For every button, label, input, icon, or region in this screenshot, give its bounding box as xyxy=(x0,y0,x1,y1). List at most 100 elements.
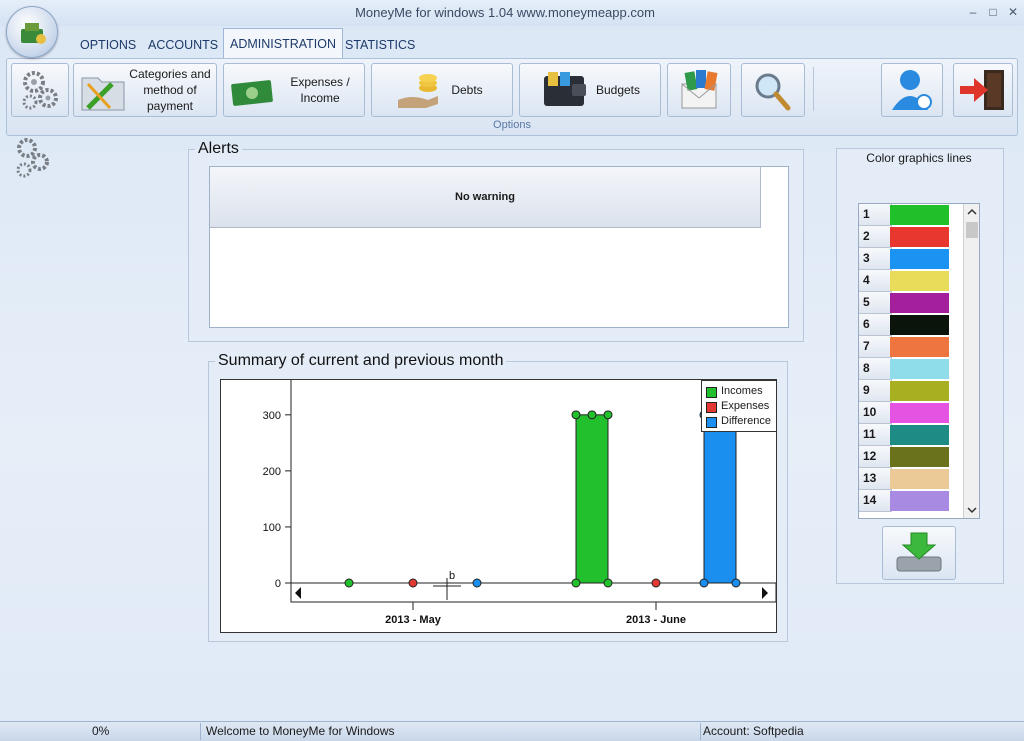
color-swatch[interactable] xyxy=(890,403,949,423)
color-row[interactable]: 4 xyxy=(859,270,949,292)
data-point xyxy=(344,578,354,588)
color-row-number: 5 xyxy=(859,292,892,314)
y-tick-label: 100 xyxy=(263,522,281,534)
ribbon-caption: Options xyxy=(493,119,531,131)
legend-swatch xyxy=(706,417,717,428)
expenses-income-button[interactable]: Expenses / Income xyxy=(223,63,365,117)
x-tick-label: 2013 - June xyxy=(626,614,686,626)
gears-icon xyxy=(22,71,58,110)
search-button[interactable] xyxy=(741,63,805,117)
color-row[interactable]: 10 xyxy=(859,402,949,424)
envelope-money-icon xyxy=(681,70,718,109)
color-swatch[interactable] xyxy=(890,381,949,401)
tab-statistics[interactable]: STATISTICS xyxy=(339,34,421,56)
color-row-number: 4 xyxy=(859,270,892,292)
user-icon xyxy=(892,70,932,110)
close-button[interactable]: ✕ xyxy=(1004,4,1022,20)
color-row-number: 6 xyxy=(859,314,892,336)
scroll-down-icon[interactable] xyxy=(967,507,977,514)
data-point xyxy=(699,578,709,588)
search-icon xyxy=(755,73,791,111)
chart-annotation: b xyxy=(449,570,455,582)
categories-payment-button[interactable]: Categories and method of payment xyxy=(73,63,217,117)
color-row[interactable]: 2 xyxy=(859,226,949,248)
color-row[interactable]: 6 xyxy=(859,314,949,336)
y-tick-label: 300 xyxy=(263,410,281,422)
color-swatch[interactable] xyxy=(890,227,949,247)
color-swatch[interactable] xyxy=(890,271,949,291)
scroll-up-icon[interactable] xyxy=(967,208,977,215)
mail-money-button[interactable] xyxy=(667,63,731,117)
color-row[interactable]: 8 xyxy=(859,358,949,380)
alerts-list[interactable]: No warning xyxy=(209,166,789,328)
app-menu-button[interactable] xyxy=(6,6,58,58)
data-point xyxy=(603,410,613,420)
save-colors-button[interactable] xyxy=(882,526,956,580)
data-point xyxy=(408,578,418,588)
color-row-number: 12 xyxy=(859,446,892,468)
tab-accounts[interactable]: ACCOUNTS xyxy=(142,34,224,56)
color-row-number: 3 xyxy=(859,248,892,270)
color-row-number: 10 xyxy=(859,402,892,424)
color-swatch[interactable] xyxy=(890,337,949,357)
color-row[interactable]: 13 xyxy=(859,468,949,490)
color-row[interactable]: 11 xyxy=(859,424,949,446)
maximize-button[interactable]: □ xyxy=(984,4,1002,20)
status-bar: 0% Welcome to MoneyMe for Windows Accoun… xyxy=(0,721,1024,741)
color-swatch[interactable] xyxy=(890,249,949,269)
color-swatch[interactable] xyxy=(890,491,949,511)
budgets-button[interactable]: Budgets xyxy=(519,63,661,117)
data-point xyxy=(472,578,482,588)
debts-label: Debts xyxy=(451,83,483,97)
color-swatch[interactable] xyxy=(890,315,949,335)
data-point xyxy=(603,578,613,588)
status-separator xyxy=(700,723,701,740)
color-row-number: 14 xyxy=(859,490,892,512)
y-tick-label: 0 xyxy=(275,578,281,590)
progress-text: 0% xyxy=(92,724,110,738)
color-list-scrollbar[interactable] xyxy=(963,204,979,518)
gears-icon xyxy=(16,138,49,178)
color-row-number: 11 xyxy=(859,424,892,446)
data-point xyxy=(587,410,597,420)
color-row[interactable]: 7 xyxy=(859,336,949,358)
color-swatch[interactable] xyxy=(890,447,949,467)
expenses-income-label: Expenses / Income xyxy=(290,75,350,105)
color-swatch[interactable] xyxy=(890,293,949,313)
user-button[interactable] xyxy=(881,63,943,117)
debts-button[interactable]: Debts xyxy=(371,63,513,117)
settings-button[interactable] xyxy=(11,63,69,117)
color-row[interactable]: 9 xyxy=(859,380,949,402)
color-swatch[interactable] xyxy=(890,425,949,445)
tab-administration[interactable]: ADMINISTRATION xyxy=(223,28,344,59)
title-bar: MoneyMe for windows 1.04 www.moneymeapp.… xyxy=(0,0,1024,26)
summary-chart: 0 100 200 300 2013 - May 2013 - June b Incomes… xyxy=(220,379,777,633)
x-tick-label: 2013 - May xyxy=(385,614,442,626)
alert-row[interactable]: No warning xyxy=(210,167,761,228)
color-list[interactable]: 1 2 3 4 5 6 7 8 9 10 11 12 13 14 xyxy=(858,203,980,519)
minimize-button[interactable]: – xyxy=(964,4,982,20)
legend-label: Expenses xyxy=(721,400,770,412)
color-row[interactable]: 3 xyxy=(859,248,949,270)
exit-door-icon xyxy=(960,70,1004,110)
color-swatch[interactable] xyxy=(890,469,949,489)
color-row-number: 9 xyxy=(859,380,892,402)
color-row-number: 2 xyxy=(859,226,892,248)
ribbon-options: Categories and method of payment Expense… xyxy=(6,58,1018,136)
tab-options[interactable]: OPTIONS xyxy=(74,34,142,56)
alerts-title: Alerts xyxy=(198,140,239,157)
exit-button[interactable] xyxy=(953,63,1013,117)
data-point xyxy=(571,410,581,420)
color-swatch[interactable] xyxy=(890,205,949,225)
color-row[interactable]: 1 xyxy=(859,204,949,226)
wallet-icon xyxy=(544,72,586,106)
status-message: Welcome to MoneyMe for Windows xyxy=(206,724,395,738)
legend-label: Incomes xyxy=(721,385,763,397)
categories-payment-label: Categories and method of payment xyxy=(129,67,211,113)
color-row[interactable]: 12 xyxy=(859,446,949,468)
color-row[interactable]: 5 xyxy=(859,292,949,314)
data-point xyxy=(731,578,741,588)
color-swatch[interactable] xyxy=(890,359,949,379)
scroll-thumb[interactable] xyxy=(966,222,978,238)
color-row[interactable]: 14 xyxy=(859,490,949,512)
